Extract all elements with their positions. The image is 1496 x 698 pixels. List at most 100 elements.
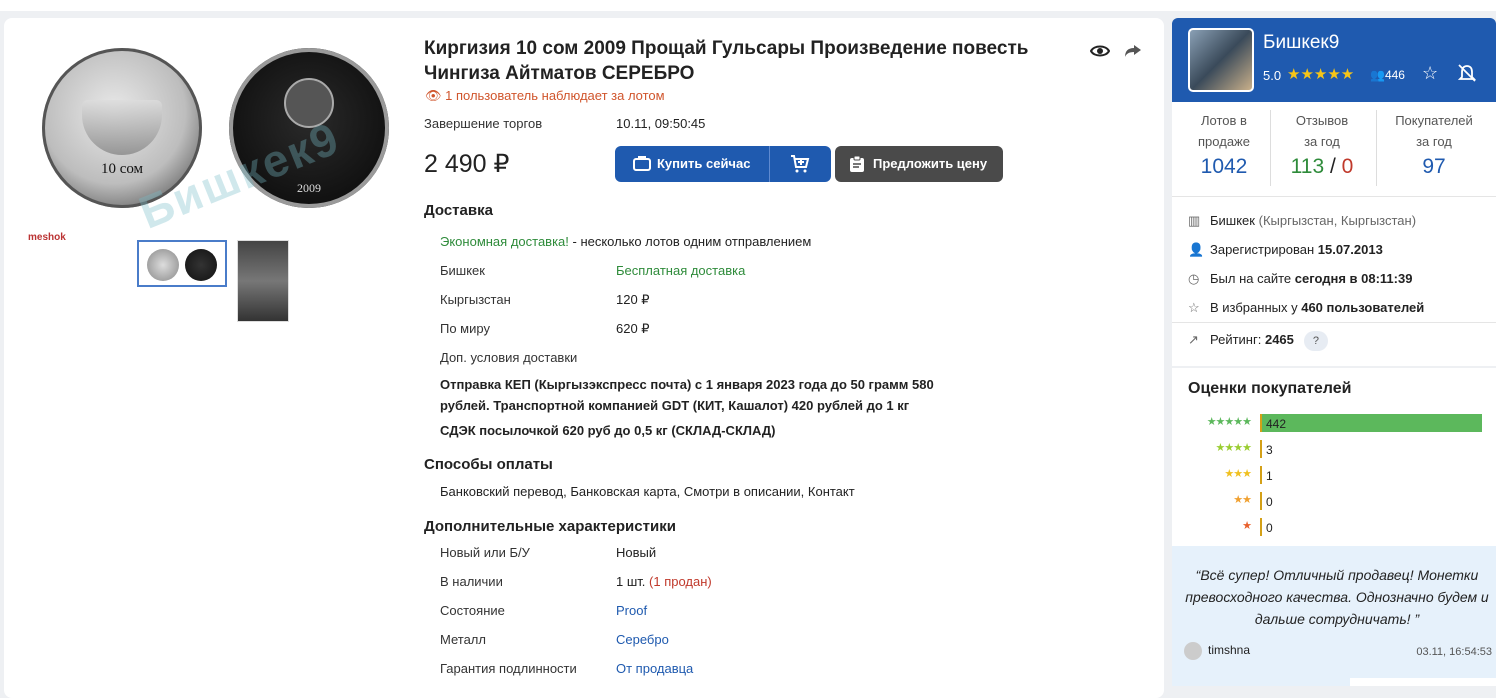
thumbnail-2[interactable] [237, 240, 289, 322]
registered-label: Зарегистрирован [1210, 242, 1315, 257]
seller-reviews-count[interactable]: 👥446 [1370, 68, 1405, 82]
delivery-extra-text: Отправка КЕП (Кыргызэкспресс почта) с 1 … [440, 374, 980, 441]
delivery-city-label: Бишкек [440, 263, 485, 278]
buy-now-label: Купить сейчас [657, 156, 751, 171]
rating-label: Рейтинг: [1210, 332, 1262, 347]
share-icon[interactable] [1124, 42, 1142, 63]
delivery-promo-title[interactable]: Экономная доставка! [440, 234, 569, 249]
rating-count: 1 [1266, 469, 1273, 483]
divider [1172, 322, 1496, 323]
review-author[interactable]: timshna [1184, 642, 1250, 660]
bottom-strip [1350, 678, 1496, 686]
eye-outline-icon: 👁 [425, 88, 446, 103]
stat-reviews-label-1: Отзывов [1295, 113, 1349, 128]
rating-count: 0 [1266, 521, 1273, 535]
thumb-coin-right [185, 249, 217, 281]
online-label: Был на сайте [1210, 271, 1292, 286]
seller-location: ▥ Бишкек (Кыргызстан, Кыргызстан) [1188, 213, 1416, 229]
rating-row[interactable]: ★ 0 [1172, 518, 1496, 536]
delivery-extra-label: Доп. условия доставки [440, 350, 578, 365]
reviews-separator: / [1324, 155, 1342, 178]
seller-info: Лотов в продаже 1042 Отзывов за год 113 … [1172, 102, 1496, 366]
lot-card: 10 сом 2009 Бишкек9 meshok Киргизия 10 с… [4, 18, 1164, 698]
stat-reviews[interactable]: Отзывов за год 113 / 0 [1272, 110, 1372, 182]
char-value-guarantee[interactable]: От продавца [616, 661, 693, 676]
delivery-country-value: 120 ₽ [616, 292, 650, 307]
seller-region: (Кыргызстан, Кыргызстан) [1258, 213, 1417, 228]
end-value: 10.11, 09:50:45 [616, 116, 706, 131]
char-label-stock: В наличии [440, 574, 503, 589]
buyer-ratings-title: Оценки покупателей [1188, 380, 1352, 397]
buyer-ratings: Оценки покупателей ★★★★★ 442 ★★★★ 3 ★★★ 1 ★★ 0 ★… [1172, 368, 1496, 546]
char-label-state: Состояние [440, 603, 505, 618]
seller-avatar[interactable] [1188, 28, 1254, 92]
rating-bar [1260, 518, 1262, 536]
rating-stars: ★★★★ [1215, 442, 1252, 454]
make-offer-label: Предложить цену [873, 156, 988, 171]
char-value-state[interactable]: Proof [616, 603, 647, 618]
char-label-condition-new: Новый или Б/У [440, 545, 530, 560]
seller-name[interactable]: Бишкек9 [1263, 32, 1339, 54]
seller-registered: 👤 Зарегистрирован 15.07.2013 [1188, 242, 1383, 258]
stat-buyers[interactable]: Покупателей за год 97 [1384, 110, 1484, 182]
favorites-label: В избранных у [1210, 300, 1298, 315]
people-icon: 👥 [1370, 68, 1385, 82]
rating-row[interactable]: ★★★ 1 [1172, 466, 1496, 484]
meshok-logo: meshok [28, 232, 66, 243]
payment-heading: Способы оплаты [424, 456, 553, 473]
stock-count: 1 шт. [616, 574, 646, 589]
clock-icon: ◷ [1188, 271, 1200, 286]
add-to-cart-icon[interactable] [790, 154, 810, 177]
rating-count: 0 [1266, 495, 1273, 509]
eye-icon[interactable] [1089, 42, 1111, 63]
thumb-coin-left [147, 249, 179, 281]
review-date: 03.11, 16:54:53 [1416, 646, 1492, 658]
watchers-info: 👁 1 пользователь наблюдает за лотом [425, 88, 665, 104]
stat-lots[interactable]: Лотов в продаже 1042 [1174, 110, 1274, 182]
stat-lots-value: 1042 [1200, 155, 1248, 178]
stat-lots-label-2: продаже [1198, 134, 1250, 149]
online-value: сегодня в 08:11:39 [1294, 271, 1413, 286]
make-offer-button[interactable]: Предложить цену [835, 146, 1003, 182]
rating-bar [1260, 440, 1262, 458]
favorites-value: 460 пользователей [1301, 300, 1425, 315]
reviewer-avatar [1184, 642, 1202, 660]
negative-reviews: 0 [1341, 155, 1354, 178]
delivery-promo: Экономная доставка! - несколько лотов од… [440, 234, 811, 249]
characteristics-heading: Дополнительные характеристики [424, 518, 676, 535]
favorite-star-icon[interactable]: ☆ [1422, 63, 1438, 84]
briefcase-icon [633, 155, 651, 174]
seller-favorites: ☆ В избранных у 460 пользователей [1188, 300, 1424, 316]
positive-reviews: 113 [1290, 155, 1325, 178]
char-label-metal: Металл [440, 632, 486, 647]
review-text: “Всё супер! Отличный продавец! Монетки п… [1185, 567, 1489, 627]
delivery-promo-rest: - несколько лотов одним отправлением [568, 234, 812, 249]
rating-stars: ★★★★★ [1206, 416, 1252, 428]
rating-bar [1260, 414, 1482, 432]
reviews-count-value: 446 [1384, 68, 1405, 82]
main-image[interactable]: 10 сом 2009 Бишкек9 meshok [24, 48, 404, 248]
lot-title: Киргизия 10 сом 2009 Прощай Гульсары Про… [424, 38, 1029, 84]
rating-value: 2465 [1264, 332, 1294, 347]
rating-stars: ★★★ [1224, 468, 1252, 480]
button-separator [769, 146, 770, 182]
rating-count: 3 [1266, 443, 1273, 457]
buy-now-button[interactable]: Купить сейчас [615, 146, 831, 182]
notifications-off-icon[interactable] [1457, 63, 1477, 88]
rating-count: 442 [1266, 417, 1287, 431]
stat-divider [1376, 110, 1377, 186]
rating-help-icon[interactable]: ? [1303, 331, 1328, 351]
rating-row[interactable]: ★★★★ 3 [1172, 440, 1496, 458]
reviewer-name: timshna [1208, 643, 1251, 658]
rating-row[interactable]: ★★★★★ 442 [1172, 414, 1496, 432]
seller-online: ◷ Был на сайте сегодня в 08:11:39 [1188, 271, 1412, 287]
char-value-metal[interactable]: Серебро [616, 632, 669, 647]
payment-methods: Банковский перевод, Банковская карта, См… [440, 484, 855, 499]
thumbnail-1[interactable] [137, 240, 227, 287]
char-label-guarantee: Гарантия подлинности [440, 661, 577, 676]
delivery-extra-text-1: Отправка КЕП (Кыргызэкспресс почта) с 1 … [440, 377, 934, 413]
delivery-extra-text-2: СДЭК посылочкой 620 руб до 0,5 кг (СКЛАД… [440, 423, 776, 438]
rating-row[interactable]: ★★ 0 [1172, 492, 1496, 510]
rating-bar [1260, 492, 1262, 510]
latest-review: “Всё супер! Отличный продавец! Монетки п… [1172, 546, 1496, 686]
